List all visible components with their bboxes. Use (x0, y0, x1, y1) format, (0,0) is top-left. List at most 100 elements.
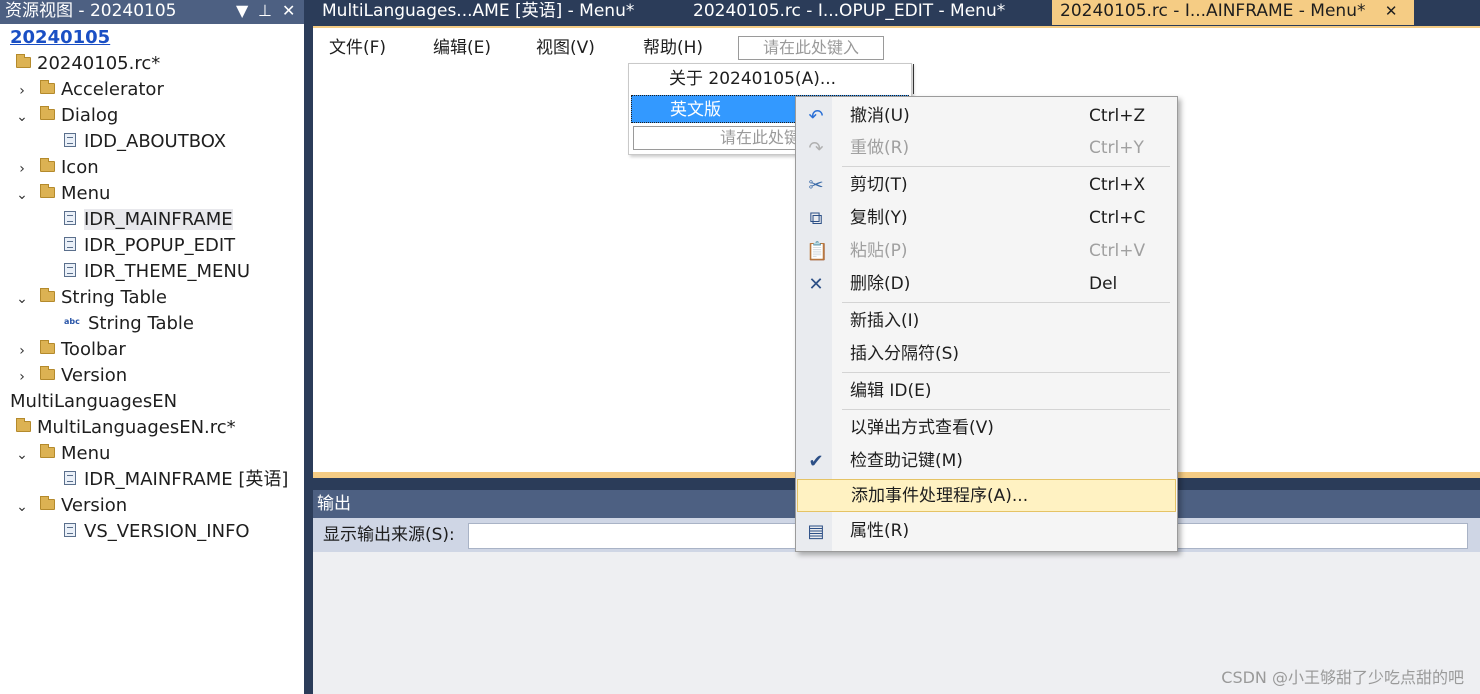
context-menu-item[interactable]: 编辑 ID(E) (797, 375, 1176, 408)
menu-item-view[interactable]: 视图(V) (536, 34, 595, 62)
resource-file-icon (64, 211, 76, 225)
resource-file-icon (64, 133, 76, 147)
context-menu-item[interactable]: 插入分隔符(S) (797, 338, 1176, 371)
resource-file-icon (64, 523, 76, 537)
watermark: CSDN @小王够甜了少吃点甜的吧 (1221, 668, 1464, 687)
menu-item-shortcut: Ctrl+Y (1089, 138, 1144, 158)
panel-dropdown-icon[interactable]: ▼ (236, 0, 248, 22)
menu-item-label: 粘贴(P) (850, 241, 908, 261)
tree-node[interactable]: IDD_ABOUTBOX (64, 129, 226, 155)
tree-node-label: IDD_ABOUTBOX (84, 131, 227, 152)
context-menu: ↶ 撤消(U) Ctrl+Z ↷ 重做(R) Ctrl+Y ✂ 剪切(T) Ctrl+X ⧉ 复制(… (795, 96, 1178, 552)
close-icon[interactable]: ✕ (282, 0, 295, 22)
menu-item-label: 添加事件处理程序(A)... (851, 486, 1029, 506)
context-menu-item[interactable]: ✕ 删除(D) Del (797, 268, 1176, 301)
tree-node[interactable]: IDR_MAINFRAME (64, 207, 233, 233)
menu-item-label: 属性(R) (850, 521, 910, 541)
tree-node[interactable]: IDR_THEME_MENU (64, 259, 250, 285)
context-menu-item[interactable]: ⧉ 复制(Y) Ctrl+C (797, 202, 1176, 235)
folder-icon (40, 339, 55, 354)
collapse-arrow-icon[interactable]: ⌄ (14, 182, 30, 208)
resource-view-title: 资源视图 - 20240105 (5, 1, 177, 21)
context-menu-item[interactable]: 📋 粘贴(P) Ctrl+V (797, 235, 1176, 268)
menu-item-help[interactable]: 帮助(H) (643, 34, 703, 62)
collapse-arrow-icon[interactable]: ⌄ (14, 286, 30, 312)
context-menu-item[interactable]: ↶ 撤消(U) Ctrl+Z (797, 100, 1176, 133)
tree-node[interactable]: 20240105 (10, 25, 110, 51)
context-menu-item[interactable]: ↷ 重做(R) Ctrl+Y (797, 132, 1176, 165)
tree-node[interactable]: ⌄ Dialog (14, 103, 118, 129)
tab-close-icon[interactable]: ✕ (1385, 2, 1398, 20)
menu-item-shortcut: Ctrl+Z (1089, 106, 1146, 126)
tree-node[interactable]: MultiLanguagesEN (10, 389, 177, 415)
expand-arrow-icon[interactable]: › (14, 338, 30, 364)
context-menu-item[interactable]: ✂ 剪切(T) Ctrl+X (797, 169, 1176, 202)
context-menu-item[interactable]: 新插入(I) (797, 305, 1176, 338)
context-menu-item[interactable]: 添加事件处理程序(A)... (797, 479, 1176, 512)
menu-bar: 文件(F) 编辑(E) 视图(V) 帮助(H) 请在此处键入 (313, 34, 1480, 62)
collapse-arrow-icon[interactable]: ⌄ (14, 494, 30, 520)
tree-node[interactable]: › Icon (14, 155, 98, 182)
menu-item-label: 编辑 ID(E) (850, 381, 932, 401)
menu-separator (842, 166, 1170, 167)
tree-node-label: IDR_THEME_MENU (84, 261, 251, 282)
check-mnemonics-icon: ✔ (808, 451, 824, 472)
tree-node-label: Menu (61, 443, 111, 464)
menubar-type-here[interactable]: 请在此处键入 (738, 36, 884, 60)
tab-popup-edit-menu[interactable]: 20240105.rc - I...OPUP_EDIT - Menu* (685, 0, 1013, 25)
tab-label: 20240105.rc - I...OPUP_EDIT - Menu* (693, 1, 1006, 21)
menu-item-label: 撤消(U) (850, 106, 910, 126)
tree-node[interactable]: MultiLanguagesEN.rc* (16, 415, 236, 441)
tree-node[interactable]: ⌄ Menu (14, 441, 110, 467)
tree-node[interactable]: ⌄ Version (14, 493, 127, 519)
tree-node-label: 20240105 (10, 27, 111, 48)
tree-node[interactable]: › Accelerator (14, 77, 164, 103)
pin-icon[interactable]: ⊥ (258, 0, 272, 22)
tree-node-label: Toolbar (61, 339, 126, 360)
menu-item-shortcut: Ctrl+C (1089, 208, 1146, 228)
resource-view-titlebar: 资源视图 - 20240105 ▼ ⊥ ✕ (0, 0, 304, 24)
tab-multilanguages-menu[interactable]: MultiLanguages...AME [英语] - Menu* (314, 0, 642, 25)
tree-node-label: Accelerator (61, 79, 164, 100)
tree-node-label: Menu (61, 183, 111, 204)
tree-node[interactable]: VS_VERSION_INFO (64, 519, 250, 545)
tree-node-label: VS_VERSION_INFO (84, 521, 250, 542)
tree-node[interactable]: › Toolbar (14, 337, 126, 363)
tree-node[interactable]: IDR_POPUP_EDIT (64, 233, 235, 259)
collapse-arrow-icon[interactable]: ⌄ (14, 104, 30, 130)
menu-item-edit[interactable]: 编辑(E) (433, 34, 491, 62)
tree-node[interactable]: ⌄ Menu (14, 181, 110, 207)
tree-node-label: Dialog (61, 105, 119, 126)
properties-icon: ▤ (807, 521, 825, 542)
tree-node[interactable]: › Version (14, 363, 127, 389)
paste-icon: 📋 (806, 241, 829, 262)
folder-icon (40, 287, 55, 302)
folder-icon (40, 443, 55, 458)
expand-arrow-icon[interactable]: › (14, 364, 30, 390)
collapse-arrow-icon[interactable]: ⌄ (14, 442, 30, 468)
tree-node[interactable]: ⌄ String Table (14, 285, 167, 311)
dropdown-divider (913, 64, 914, 94)
menu-item-label: 检查助记键(M) (850, 451, 963, 471)
output-source-label: 显示输出来源(S): (323, 525, 455, 545)
context-menu-item[interactable]: 以弹出方式查看(V) (797, 412, 1176, 445)
tree-node[interactable]: abc String Table (64, 311, 194, 337)
context-menu-item[interactable]: ▤ 属性(R) (797, 515, 1176, 548)
expand-arrow-icon[interactable]: › (14, 156, 30, 182)
menu-item-file[interactable]: 文件(F) (329, 34, 386, 62)
dropdown-item-about[interactable]: 关于 20240105(A)... (631, 65, 909, 93)
folder-icon (40, 365, 55, 380)
menu-separator (842, 409, 1170, 410)
tree-node[interactable]: 20240105.rc* (16, 51, 160, 77)
context-menu-item[interactable]: ✔ 检查助记键(M) (797, 445, 1176, 478)
menu-item-shortcut: Ctrl+X (1089, 175, 1146, 195)
menu-separator (842, 302, 1170, 303)
tab-mainframe-menu[interactable]: 20240105.rc - I...AINFRAME - Menu* ✕ (1052, 0, 1414, 25)
tree-node[interactable]: IDR_MAINFRAME [英语] (64, 467, 288, 493)
tree-node-label: IDR_MAINFRAME [英语] (84, 469, 289, 490)
folder-icon (40, 157, 55, 172)
menu-item-label: 重做(R) (850, 138, 910, 158)
resource-view-panel: 资源视图 - 20240105 ▼ ⊥ ✕ 20240105 20240105.r… (0, 0, 304, 694)
tree-node-label: 20240105.rc* (37, 53, 161, 74)
expand-arrow-icon[interactable]: › (14, 78, 30, 104)
